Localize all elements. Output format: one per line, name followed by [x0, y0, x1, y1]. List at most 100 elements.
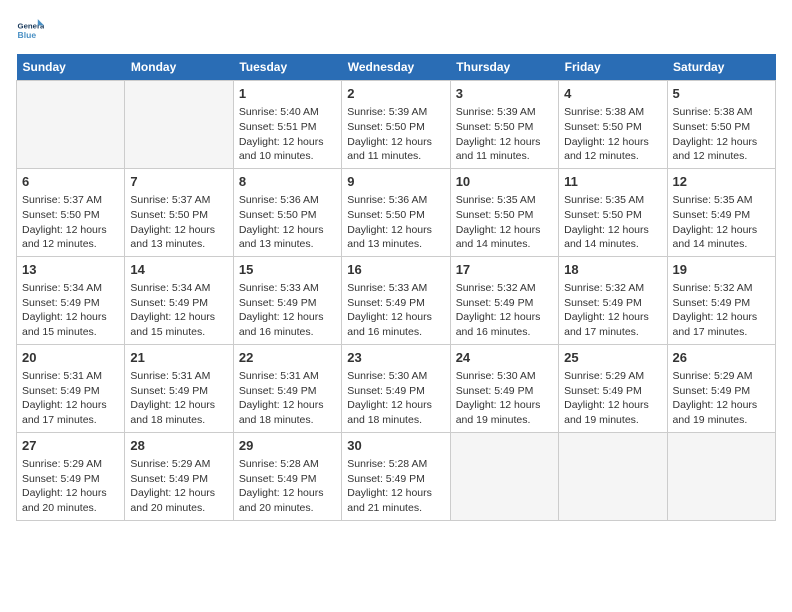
day-info: Sunset: 5:49 PM [22, 384, 119, 399]
calendar-cell: 30Sunrise: 5:28 AMSunset: 5:49 PMDayligh… [342, 432, 450, 520]
day-info: Sunset: 5:50 PM [456, 120, 553, 135]
day-info: Sunset: 5:49 PM [347, 472, 444, 487]
svg-text:Blue: Blue [18, 30, 37, 40]
day-info: Sunset: 5:49 PM [130, 384, 227, 399]
day-info: Sunrise: 5:33 AM [347, 281, 444, 296]
calendar-cell: 3Sunrise: 5:39 AMSunset: 5:50 PMDaylight… [450, 81, 558, 169]
calendar-cell: 12Sunrise: 5:35 AMSunset: 5:49 PMDayligh… [667, 168, 775, 256]
day-number: 7 [130, 173, 227, 191]
day-info: Sunset: 5:49 PM [22, 296, 119, 311]
day-number: 28 [130, 437, 227, 455]
calendar-cell: 22Sunrise: 5:31 AMSunset: 5:49 PMDayligh… [233, 344, 341, 432]
calendar-cell: 18Sunrise: 5:32 AMSunset: 5:49 PMDayligh… [559, 256, 667, 344]
day-info: Sunset: 5:49 PM [673, 384, 770, 399]
calendar-cell: 15Sunrise: 5:33 AMSunset: 5:49 PMDayligh… [233, 256, 341, 344]
day-number: 11 [564, 173, 661, 191]
day-header-tuesday: Tuesday [233, 54, 341, 81]
day-info: Daylight: 12 hours and 19 minutes. [673, 398, 770, 427]
calendar-week-2: 6Sunrise: 5:37 AMSunset: 5:50 PMDaylight… [17, 168, 776, 256]
calendar-cell [125, 81, 233, 169]
day-number: 12 [673, 173, 770, 191]
day-number: 3 [456, 85, 553, 103]
day-info: Sunrise: 5:35 AM [456, 193, 553, 208]
calendar-cell: 14Sunrise: 5:34 AMSunset: 5:49 PMDayligh… [125, 256, 233, 344]
day-info: Sunset: 5:50 PM [456, 208, 553, 223]
day-info: Sunrise: 5:32 AM [456, 281, 553, 296]
day-info: Sunrise: 5:39 AM [347, 105, 444, 120]
day-info: Daylight: 12 hours and 11 minutes. [347, 135, 444, 164]
day-number: 29 [239, 437, 336, 455]
calendar-cell: 25Sunrise: 5:29 AMSunset: 5:49 PMDayligh… [559, 344, 667, 432]
day-info: Daylight: 12 hours and 18 minutes. [347, 398, 444, 427]
day-info: Sunset: 5:50 PM [564, 208, 661, 223]
calendar-cell: 29Sunrise: 5:28 AMSunset: 5:49 PMDayligh… [233, 432, 341, 520]
day-info: Daylight: 12 hours and 18 minutes. [130, 398, 227, 427]
day-number: 10 [456, 173, 553, 191]
day-info: Daylight: 12 hours and 18 minutes. [239, 398, 336, 427]
calendar-cell [667, 432, 775, 520]
day-header-saturday: Saturday [667, 54, 775, 81]
day-info: Daylight: 12 hours and 14 minutes. [456, 223, 553, 252]
calendar-cell: 4Sunrise: 5:38 AMSunset: 5:50 PMDaylight… [559, 81, 667, 169]
calendar-cell: 27Sunrise: 5:29 AMSunset: 5:49 PMDayligh… [17, 432, 125, 520]
day-info: Sunset: 5:50 PM [347, 120, 444, 135]
day-info: Daylight: 12 hours and 17 minutes. [22, 398, 119, 427]
day-number: 30 [347, 437, 444, 455]
day-info: Sunset: 5:49 PM [22, 472, 119, 487]
day-info: Sunrise: 5:30 AM [456, 369, 553, 384]
day-info: Daylight: 12 hours and 12 minutes. [673, 135, 770, 164]
day-number: 16 [347, 261, 444, 279]
day-info: Sunrise: 5:29 AM [673, 369, 770, 384]
day-info: Daylight: 12 hours and 12 minutes. [564, 135, 661, 164]
day-info: Sunset: 5:49 PM [347, 296, 444, 311]
day-info: Sunrise: 5:30 AM [347, 369, 444, 384]
day-info: Sunrise: 5:31 AM [239, 369, 336, 384]
day-info: Sunset: 5:50 PM [22, 208, 119, 223]
day-info: Sunrise: 5:40 AM [239, 105, 336, 120]
calendar-cell: 26Sunrise: 5:29 AMSunset: 5:49 PMDayligh… [667, 344, 775, 432]
day-info: Daylight: 12 hours and 12 minutes. [22, 223, 119, 252]
day-number: 24 [456, 349, 553, 367]
day-info: Sunset: 5:51 PM [239, 120, 336, 135]
day-info: Sunset: 5:49 PM [239, 296, 336, 311]
calendar-cell: 5Sunrise: 5:38 AMSunset: 5:50 PMDaylight… [667, 81, 775, 169]
calendar-cell [450, 432, 558, 520]
day-number: 13 [22, 261, 119, 279]
day-info: Daylight: 12 hours and 20 minutes. [239, 486, 336, 515]
day-number: 14 [130, 261, 227, 279]
calendar-week-5: 27Sunrise: 5:29 AMSunset: 5:49 PMDayligh… [17, 432, 776, 520]
day-info: Daylight: 12 hours and 17 minutes. [564, 310, 661, 339]
day-number: 6 [22, 173, 119, 191]
day-header-thursday: Thursday [450, 54, 558, 81]
day-info: Sunset: 5:49 PM [673, 296, 770, 311]
logo-icon: General Blue [16, 16, 44, 44]
day-number: 20 [22, 349, 119, 367]
day-number: 9 [347, 173, 444, 191]
day-info: Daylight: 12 hours and 21 minutes. [347, 486, 444, 515]
day-info: Sunset: 5:49 PM [130, 472, 227, 487]
day-info: Daylight: 12 hours and 19 minutes. [564, 398, 661, 427]
day-info: Sunrise: 5:37 AM [130, 193, 227, 208]
day-header-friday: Friday [559, 54, 667, 81]
day-number: 1 [239, 85, 336, 103]
calendar-table: SundayMondayTuesdayWednesdayThursdayFrid… [16, 54, 776, 521]
calendar-cell: 10 Sunrise: 5:35 AMSunset: 5:50 PMDayligh… [450, 168, 558, 256]
day-number: 27 [22, 437, 119, 455]
day-number: 2 [347, 85, 444, 103]
day-header-monday: Monday [125, 54, 233, 81]
day-info: Sunset: 5:49 PM [456, 296, 553, 311]
day-info: Sunset: 5:50 PM [564, 120, 661, 135]
day-info: Daylight: 12 hours and 14 minutes. [673, 223, 770, 252]
day-info: Sunrise: 5:35 AM [564, 193, 661, 208]
day-info: Sunrise: 5:37 AM [22, 193, 119, 208]
day-header-sunday: Sunday [17, 54, 125, 81]
day-number: 23 [347, 349, 444, 367]
page-header: General Blue [16, 16, 776, 44]
day-info: Sunrise: 5:29 AM [130, 457, 227, 472]
day-info: Sunrise: 5:36 AM [239, 193, 336, 208]
calendar-cell [17, 81, 125, 169]
day-info: Daylight: 12 hours and 15 minutes. [130, 310, 227, 339]
calendar-week-4: 20Sunrise: 5:31 AMSunset: 5:49 PMDayligh… [17, 344, 776, 432]
day-info: Sunset: 5:49 PM [130, 296, 227, 311]
day-info: Sunrise: 5:39 AM [456, 105, 553, 120]
